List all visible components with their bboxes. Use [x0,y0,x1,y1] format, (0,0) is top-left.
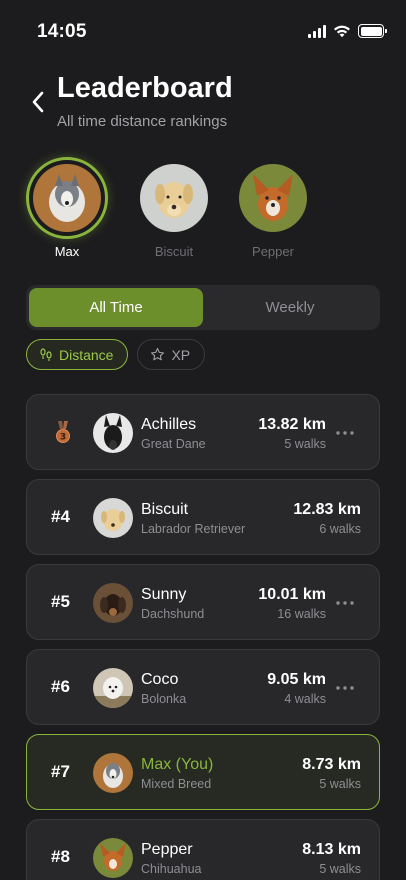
chip-label: Distance [59,346,114,363]
avatar [93,413,133,453]
status-bar: 14:05 [0,0,406,60]
cellular-signal-icon [308,24,326,38]
dog-breed: Great Dane [141,437,206,451]
list-item-current-user[interactable]: #7 Max (You) Mixed Breed 8.73 km 5 walks [26,734,380,810]
list-item[interactable]: #5 Sunny Dachshund 10.01 km 16 walks [26,564,380,640]
dog-name: Max [54,244,80,259]
bronze-medal-icon: 3 [56,421,70,443]
dog-name: Coco [141,671,179,688]
rank-number: #6 [51,677,70,696]
more-options-button[interactable] [335,423,355,443]
chip-xp[interactable]: XP [137,339,206,370]
dog-name: Biscuit [141,501,189,518]
walk-count: 16 walks [277,607,326,621]
page-subtitle: All time distance rankings [57,113,228,130]
dog-name: Sunny [141,586,187,603]
avatar [93,753,133,793]
ranking-list: 3 Achilles Great Dane 13.82 km 5 walks #… [26,394,380,880]
medal-rank: 3 [60,433,66,443]
dog-name: Pepper [141,841,193,858]
list-item[interactable]: #6 Coco Bolonka 9.05 km 4 walks [26,649,380,725]
walk-count: 4 walks [284,692,326,706]
status-time: 14:05 [37,21,87,42]
distance-value: 10.01 km [258,586,326,603]
avatar [140,164,208,232]
back-button[interactable] [26,88,50,116]
distance-value: 8.73 km [302,756,361,773]
dog-breed: Labrador Retriever [141,522,246,536]
rank-number: #8 [51,847,70,866]
dog-selector: Max Biscuit Pepper [26,157,326,262]
walk-count: 6 walks [319,522,361,536]
battery-icon [358,24,387,38]
distance-value: 8.13 km [302,841,361,858]
chevron-left-icon [32,91,44,113]
range-tabs: All Time Weekly [26,285,380,330]
metric-chips: Distance XP [26,339,206,370]
dog-name: Achilles [141,416,197,433]
list-item[interactable]: #8 Pepper Chihuahua 8.13 km 5 walks [26,819,380,880]
list-item[interactable]: 3 Achilles Great Dane 13.82 km 5 walks [26,394,380,470]
ellipsis-icon [336,686,354,690]
footprints-icon [40,347,52,361]
star-icon [151,348,165,361]
avatar [33,164,101,232]
dog-breed: Mixed Breed [141,777,212,791]
dog-name: Max (You) [141,756,214,773]
ellipsis-icon [336,431,354,435]
avatar [93,838,133,878]
tab-all-time[interactable]: All Time [29,288,203,327]
avatar [93,498,133,538]
dog-breed: Chihuahua [141,862,202,876]
chip-label: XP [171,346,191,363]
dog-choice-max[interactable]: Max [26,157,108,259]
more-options-button[interactable] [335,593,355,613]
dog-name: Pepper [252,244,294,259]
avatar [93,583,133,623]
walk-count: 5 walks [284,437,326,451]
rank-number: #7 [51,762,70,781]
dog-breed: Dachshund [141,607,205,621]
distance-value: 13.82 km [258,416,326,433]
rank-number: #4 [51,507,70,526]
dog-breed: Bolonka [141,692,187,706]
dog-choice-biscuit[interactable]: Biscuit [133,157,215,259]
distance-value: 9.05 km [267,671,326,688]
chip-distance[interactable]: Distance [26,339,129,370]
distance-value: 12.83 km [293,501,361,518]
status-icons [308,24,387,38]
walk-count: 5 walks [319,862,361,876]
more-options-button[interactable] [335,678,355,698]
avatar [239,164,307,232]
wifi-icon [334,25,350,38]
rank-number: #5 [51,592,70,611]
tab-weekly[interactable]: Weekly [203,288,377,327]
dog-choice-pepper[interactable]: Pepper [232,157,314,259]
list-item[interactable]: #4 Biscuit Labrador Retriever 12.83 km 6… [26,479,380,555]
walk-count: 5 walks [319,777,361,791]
dog-name: Biscuit [154,244,194,259]
page-title: Leaderboard [57,72,233,104]
ellipsis-icon [336,601,354,605]
avatar [93,668,133,708]
